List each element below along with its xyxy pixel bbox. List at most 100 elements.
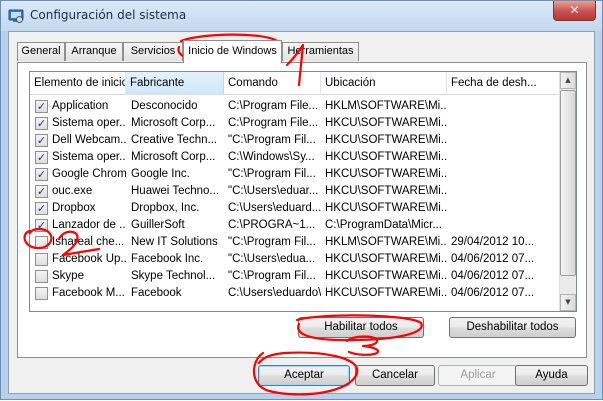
column-header-disabled-date[interactable]: Fecha de desh... (447, 72, 560, 95)
cell-maker: Facebook (131, 287, 182, 299)
cell-item: Sistema oper... (52, 151, 126, 163)
startup-item-checkbox[interactable]: ✓ (35, 151, 48, 164)
tab-arranque[interactable]: Arranque (65, 42, 123, 61)
startup-tab-panel: Elemento de inicio Fabricante Comando Ub… (17, 62, 587, 358)
cell-maker: Skype Technol... (131, 270, 216, 282)
cell-date: 29/04/2012 10... (451, 236, 535, 248)
table-row[interactable]: ✓ Dell Webcam... Creative Techn... "C:\Prog… (30, 132, 560, 149)
ok-button[interactable]: Aceptar (258, 365, 350, 386)
table-row[interactable]: ✓ Dropbox Dropbox, Inc. C:\Users\eduard... H… (30, 200, 560, 217)
close-button[interactable]: ✕ (553, 1, 596, 21)
title-bar[interactable]: Configuración del sistema ✕ (1, 1, 602, 31)
startup-item-checkbox[interactable]: ✓ (35, 117, 48, 130)
cell-item: Dell Webcam... (52, 134, 126, 146)
scroll-down-button[interactable]: ▼ (560, 294, 576, 311)
startup-item-checkbox[interactable]: ✓ (35, 100, 48, 113)
cell-command: C:\Windows\Sy... (228, 151, 315, 163)
startup-item-checkbox[interactable]: ✓ (35, 168, 48, 181)
cell-location: C:\ProgramData\Micr... (325, 219, 442, 231)
table-row[interactable]: ✓ Sistema oper... Microsoft Corp... C:\Wind… (30, 149, 560, 166)
table-row[interactable]: ✓ Google Chrome Google Inc. "C:\Program Fil… (30, 166, 560, 183)
cell-command: "C:\Program Fil... (228, 134, 316, 146)
cell-item: ouc.exe (52, 185, 93, 197)
table-row[interactable]: Skype Skype Technol... "C:\Program Fil... H… (30, 268, 560, 285)
cell-command: C:\PROGRA~1... (228, 219, 316, 231)
cell-location: HKCU\SOFTWARE\Mi... (325, 134, 447, 146)
system-configuration-window: Configuración del sistema ✕ General Arra… (0, 0, 603, 400)
cell-command: "C:\Users\eduar... (228, 185, 319, 197)
cell-command: C:\Users\eduard... (228, 202, 321, 214)
cell-maker: Desconocido (131, 100, 198, 112)
cell-location: HKCU\SOFTWARE\Mi... (325, 168, 447, 180)
cell-maker: Microsoft Corp... (131, 117, 216, 129)
cell-item: Dropbox (52, 202, 96, 214)
cell-date (451, 115, 560, 132)
column-header-startup-item[interactable]: Elemento de inicio (30, 72, 126, 95)
cell-item: Ishareal che... (52, 236, 125, 248)
cell-item: Facebook M... (52, 287, 125, 299)
tab-herramientas[interactable]: Herramientas (282, 42, 359, 61)
tab-general[interactable]: General (17, 42, 65, 61)
close-icon: ✕ (569, 3, 580, 17)
cell-item: Skype (52, 270, 84, 282)
scrollbar-thumb[interactable] (560, 90, 576, 276)
column-header-command[interactable]: Comando (224, 72, 321, 95)
table-row[interactable]: Facebook M... Facebook C:\Users\eduardo\A.… (30, 285, 560, 302)
enable-all-button[interactable]: Habilitar todos (298, 317, 424, 338)
cell-date (451, 166, 560, 183)
tab-inicio-de-windows[interactable]: Inicio de Windows (183, 40, 282, 63)
startup-item-checkbox[interactable] (35, 270, 48, 283)
cell-item: Facebook Up... (52, 253, 126, 265)
vertical-scrollbar[interactable]: ▲ ▼ (559, 72, 576, 311)
cell-date (451, 217, 560, 234)
table-row[interactable]: ✓ Lanzador de ... GuillerSoft C:\PROGRA~1..… (30, 217, 560, 234)
cancel-button[interactable]: Cancelar (355, 365, 435, 386)
startup-item-checkbox[interactable]: ✓ (35, 219, 48, 232)
help-button[interactable]: Ayuda (515, 365, 588, 386)
cell-maker: Dropbox, Inc. (131, 202, 200, 214)
cell-command: C:\Program File... (228, 100, 319, 112)
table-row[interactable]: ✓ Sistema oper... Microsoft Corp... C:\Prog… (30, 115, 560, 132)
startup-item-checkbox[interactable]: ✓ (35, 185, 48, 198)
startup-item-checkbox[interactable] (35, 253, 48, 266)
cell-item: Google Chrome (52, 168, 126, 180)
cell-location: HKLM\SOFTWARE\Mi... (325, 100, 447, 112)
table-row[interactable]: ✓ ouc.exe Huawei Techno... "C:\Users\eduar.… (30, 183, 560, 200)
cell-date (451, 149, 560, 166)
scroll-up-button[interactable]: ▲ (560, 72, 576, 89)
cell-maker: New IT Solutions (131, 236, 218, 248)
cell-location: HKLM\SOFTWARE\Mi... (325, 236, 447, 248)
tab-servicios[interactable]: Servicios (123, 42, 183, 61)
cell-item: Application (52, 100, 109, 112)
cell-command: "C:\Users\edua... (228, 253, 316, 265)
msconfig-app-icon (8, 9, 24, 23)
cell-location: HKCU\SOFTWARE\Mi... (325, 202, 447, 214)
cell-item: Sistema oper... (52, 117, 126, 129)
cell-date: 04/06/2012 07... (451, 287, 535, 299)
cell-location: HKCU\SOFTWARE\Mi... (325, 151, 447, 163)
cell-command: C:\Users\eduardo\A... (228, 287, 321, 299)
cell-date (451, 132, 560, 149)
cell-maker: Facebook Inc. (131, 253, 204, 265)
cell-date (451, 183, 560, 200)
dialog-client-area: General Arranque Servicios Inicio de Win… (8, 31, 595, 394)
column-header-manufacturer[interactable]: Fabricante (126, 72, 224, 95)
startup-items-list[interactable]: Elemento de inicio Fabricante Comando Ub… (29, 71, 577, 312)
cell-date (451, 98, 560, 115)
startup-item-checkbox[interactable] (35, 236, 48, 249)
cell-location: HKCU\SOFTWARE\Mi... (325, 253, 447, 265)
column-header-location[interactable]: Ubicación (321, 72, 447, 95)
table-row[interactable]: Ishareal che... New IT Solutions "C:\Progr… (30, 234, 560, 251)
list-header: Elemento de inicio Fabricante Comando Ub… (30, 72, 560, 95)
apply-button[interactable]: Aplicar (438, 365, 518, 386)
cell-location: HKCU\SOFTWARE\Mi... (325, 117, 447, 129)
disable-all-button[interactable]: Deshabilitar todos (449, 317, 576, 338)
table-row[interactable]: Facebook Up... Facebook Inc. "C:\Users\edu… (30, 251, 560, 268)
cell-location: HKCU\SOFTWARE\Mi... (325, 270, 447, 282)
cell-command: "C:\Program Fil... (228, 236, 316, 248)
cell-date: 04/06/2012 07... (451, 270, 535, 282)
startup-item-checkbox[interactable] (35, 287, 48, 300)
startup-item-checkbox[interactable]: ✓ (35, 134, 48, 147)
table-row[interactable]: ✓ Application Desconocido C:\Program File..… (30, 98, 560, 115)
startup-item-checkbox[interactable]: ✓ (35, 202, 48, 215)
